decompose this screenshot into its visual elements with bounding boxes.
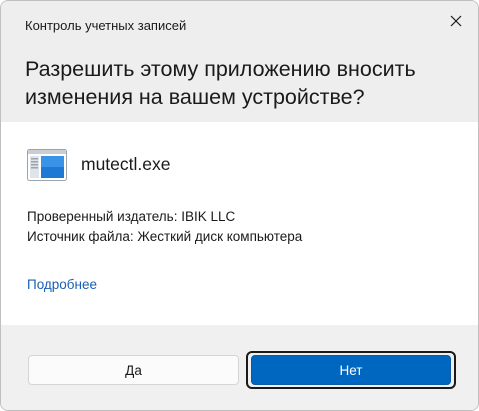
dialog-header: Контроль учетных записей Разрешить этому… <box>1 1 478 122</box>
uac-dialog: Контроль учетных записей Разрешить этому… <box>0 0 479 411</box>
close-icon <box>450 15 462 27</box>
yes-button[interactable]: Да <box>28 355 239 385</box>
no-button[interactable]: Нет <box>251 355 451 385</box>
app-name: mutectl.exe <box>81 154 171 174</box>
verified-publisher: Проверенный издатель: IBIK LLC <box>27 209 236 224</box>
file-source: Источник файла: Жесткий диск компьютера <box>27 229 303 244</box>
show-details-link[interactable]: Подробнее <box>27 277 97 292</box>
dialog-footer: Да Нет <box>1 325 478 410</box>
close-button[interactable] <box>442 10 470 32</box>
window-title: Контроль учетных записей <box>25 18 187 33</box>
application-window-icon <box>27 149 67 181</box>
permission-question: Разрешить этому приложению вносить измен… <box>25 57 416 109</box>
dialog-content: mutectl.exe Проверенный издатель: IBIK L… <box>1 122 478 325</box>
